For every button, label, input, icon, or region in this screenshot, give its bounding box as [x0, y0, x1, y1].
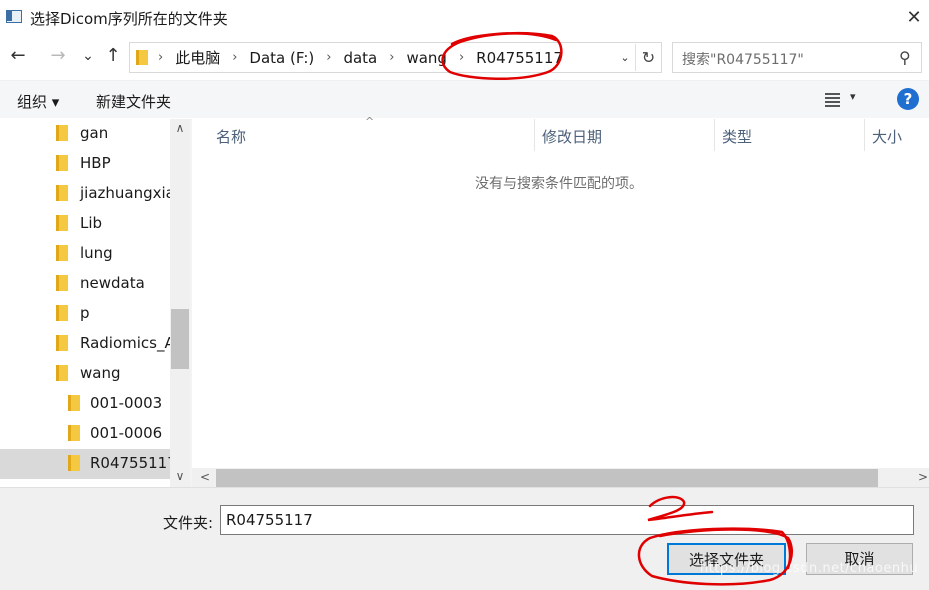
file-list: ^ 名称 修改日期 类型 大小 没有与搜索条件匹配的项。 [192, 115, 929, 487]
empty-results-message: 没有与搜索条件匹配的项。 [475, 176, 643, 192]
column-header-modified[interactable]: 修改日期 [542, 119, 602, 151]
new-folder-button[interactable]: 新建文件夹 [96, 91, 171, 112]
tree-item-label: p [80, 304, 90, 322]
breadcrumb-wang[interactable]: wang [406, 49, 447, 67]
tree-item-label: HBP [80, 154, 111, 172]
file-list-scrollbar[interactable]: < > [192, 468, 929, 488]
refresh-button[interactable]: ↻ [635, 44, 661, 71]
tree-item-radiomics[interactable]: Radiomics_A [0, 329, 170, 359]
watermark-text: https://blog.csdn.net/chaoenhu [700, 561, 919, 576]
tree-item-r04755117[interactable]: R04755117 [0, 449, 170, 479]
breadcrumb-separator[interactable]: › [232, 50, 237, 65]
tree-item-gan[interactable]: gan [0, 119, 170, 149]
folder-name-field[interactable] [220, 505, 914, 535]
up-button[interactable]: ↑ [101, 44, 125, 68]
tree-item-newdata[interactable]: newdata [0, 269, 170, 299]
column-header-size[interactable]: 大小 [872, 119, 902, 151]
folder-field-label: 文件夹: [163, 514, 214, 532]
breadcrumb-separator: › [158, 50, 164, 65]
column-divider[interactable] [714, 119, 715, 151]
folder-icon [68, 425, 80, 441]
column-header-type[interactable]: 类型 [722, 119, 752, 151]
search-box[interactable]: 搜索"R04755117" ⚲ [672, 42, 922, 73]
folder-icon [56, 215, 68, 231]
column-header-name[interactable]: 名称 [216, 119, 246, 151]
folder-icon [68, 455, 80, 471]
folder-icon [56, 125, 68, 141]
scroll-right-icon[interactable]: > [918, 470, 928, 484]
tree-item-001-0003[interactable]: 001-0003 [0, 389, 170, 419]
window-title: 选择Dicom序列所在的文件夹 [30, 10, 228, 28]
file-list-scroll-thumb[interactable] [216, 469, 878, 487]
folder-icon [56, 245, 68, 261]
tree-item-label: wang [80, 364, 121, 382]
folder-icon [56, 335, 68, 351]
breadcrumb-separator[interactable]: › [459, 50, 464, 65]
chevron-down-icon[interactable]: ⌄ [615, 47, 635, 69]
tree-item-label: newdata [80, 274, 145, 292]
tree-item-label: Radiomics_A [80, 334, 170, 352]
navigation-pane: gan HBP jiazhuangxia Lib lung newdata p … [0, 119, 170, 487]
folder-icon [56, 365, 68, 381]
help-icon[interactable]: ? [897, 88, 919, 110]
folder-icon [56, 305, 68, 321]
tree-item-label: 001-0003 [90, 394, 163, 412]
tree-item-label: lung [80, 244, 113, 262]
view-options-icon[interactable] [820, 91, 840, 107]
breadcrumb-separator[interactable]: › [389, 50, 394, 65]
breadcrumb-current[interactable]: R04755117 [476, 49, 563, 67]
column-divider[interactable] [534, 119, 535, 151]
folder-icon [136, 50, 148, 65]
tree-item-001-0006[interactable]: 001-0006 [0, 419, 170, 449]
tree-scroll-thumb[interactable] [171, 309, 189, 369]
back-button[interactable]: ← [6, 44, 30, 68]
breadcrumb-drive[interactable]: Data (F:) [249, 49, 314, 67]
tree-item-hbp[interactable]: HBP [0, 149, 170, 179]
command-bar: 组织 ▾ 新建文件夹 ▾ [0, 80, 929, 118]
folder-icon [56, 185, 68, 201]
tree-item-wang[interactable]: wang [0, 359, 170, 389]
sort-ascending-icon: ^ [365, 115, 375, 128]
breadcrumb-data[interactable]: data [343, 49, 377, 67]
navigation-bar: ← → ⌄ ↑ › 此电脑 › Data (F:) › data › wang … [0, 38, 929, 76]
tree-item-label: 001-0006 [90, 424, 163, 442]
folder-icon [56, 275, 68, 291]
breadcrumb-separator[interactable]: › [326, 50, 331, 65]
forward-button[interactable]: → [46, 44, 70, 68]
scroll-left-icon[interactable]: < [200, 470, 210, 484]
folder-icon [56, 155, 68, 171]
tree-item-lib[interactable]: Lib [0, 209, 170, 239]
tree-item-label: R04755117 [90, 454, 170, 472]
column-divider[interactable] [864, 119, 865, 151]
tree-scrollbar[interactable]: ∧ ∨ [170, 119, 190, 487]
search-icon[interactable]: ⚲ [899, 48, 911, 67]
recent-locations-button[interactable]: ⌄ [76, 44, 100, 68]
scroll-up-icon[interactable]: ∧ [170, 121, 190, 135]
close-button[interactable]: ✕ [900, 4, 928, 32]
tree-item-p[interactable]: p [0, 299, 170, 329]
tree-item-label: gan [80, 124, 109, 142]
chevron-down-icon[interactable]: ▾ [850, 90, 856, 103]
tree-item-label: Lib [80, 214, 103, 232]
search-input[interactable]: 搜索"R04755117" [682, 49, 804, 69]
scroll-down-icon[interactable]: ∨ [170, 469, 190, 483]
folder-icon [68, 395, 80, 411]
tree-item-label: jiazhuangxia [80, 184, 170, 202]
breadcrumb: › 此电脑 › Data (F:) › data › wang › R04755… [158, 43, 563, 72]
tree-item-jiazhuangxia[interactable]: jiazhuangxia [0, 179, 170, 209]
tree-item-lung[interactable]: lung [0, 239, 170, 269]
title-bar: 选择Dicom序列所在的文件夹 ✕ [0, 0, 929, 36]
organize-button[interactable]: 组织 ▾ [17, 91, 59, 112]
address-bar[interactable]: › 此电脑 › Data (F:) › data › wang › R04755… [129, 42, 662, 73]
app-window-icon [6, 10, 22, 23]
breadcrumb-this-pc[interactable]: 此电脑 [175, 47, 220, 68]
